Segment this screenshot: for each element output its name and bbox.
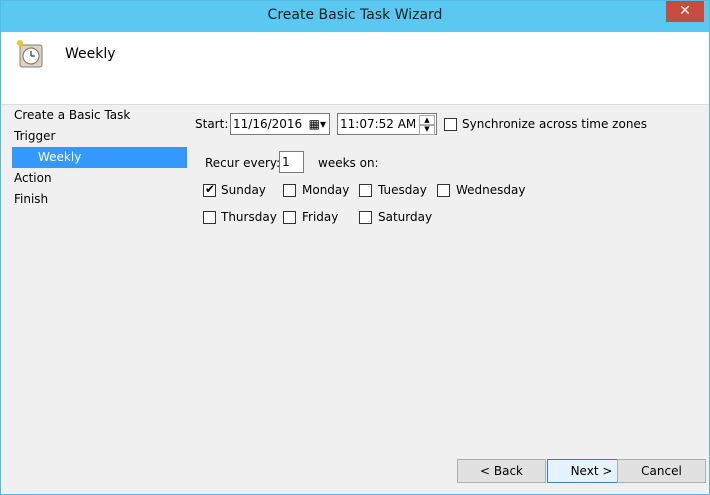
- step-create-basic-task[interactable]: Create a Basic Task: [1, 105, 187, 126]
- recur-label: Recur every:: [205, 156, 281, 170]
- tuesday-label: Tuesday: [378, 183, 427, 197]
- back-button[interactable]: < Back: [457, 459, 546, 483]
- sunday-label: Sunday: [221, 183, 266, 197]
- monday-label: Monday: [302, 183, 350, 197]
- title-bar[interactable]: Create Basic Task Wizard ✕: [1, 1, 709, 32]
- step-trigger[interactable]: Trigger: [1, 126, 187, 147]
- check-icon: ✔: [205, 182, 216, 196]
- wizard-header: Weekly: [1, 32, 709, 105]
- sunday-checkbox[interactable]: ✔: [203, 182, 216, 197]
- sync-timezones-checkbox[interactable]: [444, 118, 457, 131]
- calendar-dropdown-icon[interactable]: ▦▾: [309, 114, 326, 134]
- tuesday-checkbox[interactable]: [359, 184, 372, 197]
- saturday-checkbox[interactable]: [359, 211, 372, 224]
- thursday-label: Thursday: [221, 210, 277, 224]
- wednesday-label: Wednesday: [456, 183, 526, 197]
- thursday-checkbox[interactable]: [203, 211, 216, 224]
- page-title: Weekly: [65, 46, 116, 62]
- wizard-window: Create Basic Task Wizard ✕ Weekly Create…: [0, 0, 710, 495]
- friday-checkbox[interactable]: [283, 211, 296, 224]
- sync-timezones-label: Synchronize across time zones: [462, 117, 648, 131]
- start-date-value: 11/16/2016: [233, 117, 303, 131]
- friday-label: Friday: [302, 210, 339, 224]
- monday-checkbox[interactable]: [283, 184, 296, 197]
- close-icon: ✕: [679, 3, 691, 19]
- start-label: Start:: [195, 117, 229, 131]
- wizard-steps: Create a Basic Task Trigger Weekly Actio…: [1, 105, 187, 210]
- recur-suffix-label: weeks on:: [318, 156, 379, 170]
- time-down-icon[interactable]: ▼: [419, 124, 435, 135]
- close-button[interactable]: ✕: [666, 1, 704, 22]
- step-weekly[interactable]: Weekly: [12, 147, 187, 168]
- step-action[interactable]: Action: [1, 168, 187, 189]
- cancel-button[interactable]: Cancel: [617, 459, 706, 483]
- clock-icon: [17, 40, 43, 68]
- saturday-label: Saturday: [378, 210, 433, 224]
- window-title: Create Basic Task Wizard: [267, 7, 443, 23]
- recur-weeks-input[interactable]: 1: [279, 151, 304, 173]
- step-finish[interactable]: Finish: [1, 189, 187, 210]
- start-time-value: 11:07:52 AM: [340, 117, 417, 131]
- wednesday-checkbox[interactable]: [437, 184, 450, 197]
- start-date-picker[interactable]: 11/16/2016 ▦▾: [230, 113, 330, 135]
- start-time-field[interactable]: 11:07:52 AM ▲ ▼: [337, 113, 437, 135]
